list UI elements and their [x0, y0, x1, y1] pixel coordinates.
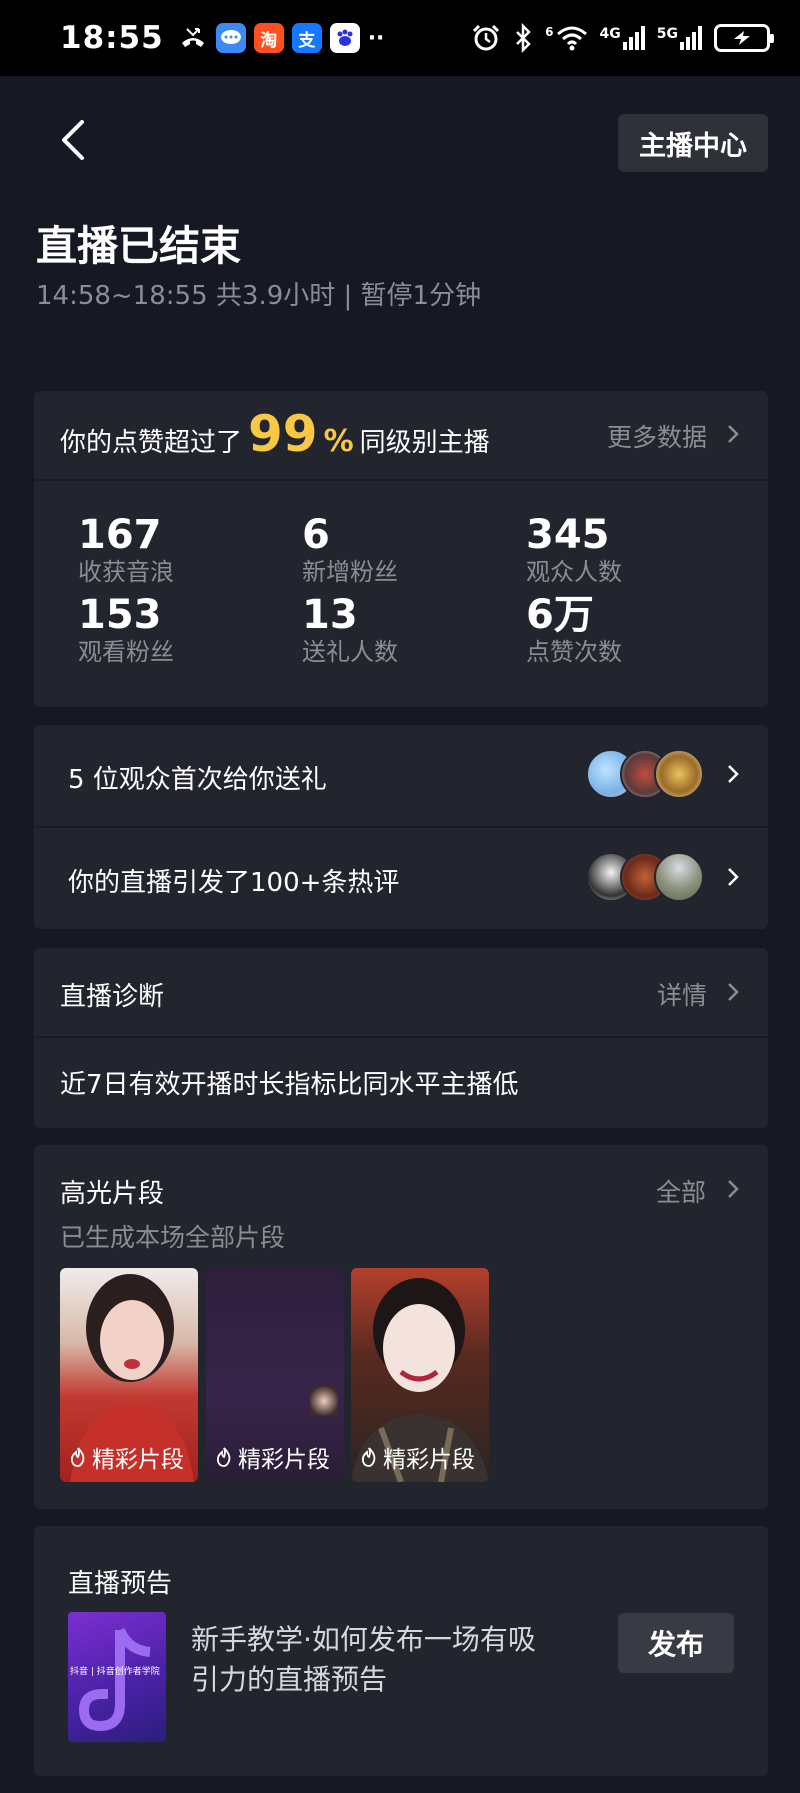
first-gift-row[interactable]: 5 位观众首次给你送礼 — [34, 725, 768, 825]
percent-symbol: % — [323, 424, 354, 459]
alarm-icon — [473, 24, 500, 51]
clip-caption: 精彩片段 — [92, 1447, 184, 1473]
stat-earned-sound-waves: 167 收获音浪 — [78, 512, 174, 586]
highlight-clip[interactable]: 精彩片段 — [60, 1268, 198, 1482]
missed-call-icon — [181, 28, 204, 47]
chevron-right-icon[interactable] — [726, 866, 740, 888]
wifi-icon — [556, 26, 587, 51]
music-note-logo-icon — [78, 1627, 151, 1732]
gift-givers-avatars — [586, 749, 704, 799]
battery-charging-icon — [714, 24, 774, 52]
wifi-indicator: 6 — [545, 25, 587, 51]
divider — [34, 1036, 768, 1038]
chevron-right-icon[interactable] — [726, 981, 740, 1003]
hot-comments-text: 你的直播引发了100+条热评 — [68, 868, 400, 898]
tutorial-thumbnail[interactable]: 抖音 | 抖音创作者学院 — [68, 1612, 166, 1742]
divider — [34, 479, 768, 481]
more-notifications-icon: ·· — [367, 25, 385, 51]
highlights-title: 高光片段 — [60, 1179, 165, 1209]
likes-ranking-row[interactable]: 你的点赞超过了 99 % 同级别主播 — [60, 405, 490, 465]
hot-comments-row[interactable]: 你的直播引发了100+条热评 — [34, 828, 768, 928]
alipay-app-icon: 支 — [291, 23, 322, 53]
audience-card: 5 位观众首次给你送礼 你的直播引发了100+条热评 — [34, 725, 768, 929]
chevron-right-icon[interactable] — [726, 423, 740, 445]
clip-inset-image — [310, 1386, 338, 1416]
signal-bars-icon — [680, 26, 702, 50]
anchor-center-button[interactable]: 主播中心 — [618, 114, 768, 172]
avatar — [654, 749, 704, 799]
highlight-clip[interactable]: 精彩片段 — [351, 1268, 489, 1482]
chevron-right-icon[interactable] — [726, 1178, 740, 1200]
tutorial-thumb-caption: 抖音 | 抖音创作者学院 — [70, 1667, 160, 1677]
tutorial-text-line1[interactable]: 新手教学·如何发布一场有吸 — [191, 1618, 536, 1658]
highlights-all-link[interactable]: 全部 — [656, 1173, 706, 1209]
highlight-clip[interactable]: 精彩片段 — [206, 1268, 344, 1482]
taobao-app-icon: 淘 — [253, 23, 284, 53]
flame-icon — [361, 1447, 376, 1467]
cellular-signal-1: 4G — [600, 26, 645, 50]
live-stats-card: 你的点赞超过了 99 % 同级别主播 更多数据 167 收获音浪 6 新增粉丝 … — [34, 391, 768, 707]
preview-title: 直播预告 — [68, 1569, 173, 1599]
likes-ranking-prefix: 你的点赞超过了 — [60, 428, 243, 458]
messages-app-icon — [215, 23, 246, 53]
clip-caption: 精彩片段 — [238, 1447, 330, 1473]
status-time: 18:55 — [60, 20, 164, 56]
status-bar: 18:55 淘 支 ·· 6 4G 5G — [0, 0, 800, 76]
baidu-app-icon — [329, 23, 360, 53]
live-duration-summary: 14:58~18:55 共3.9小时 | 暂停1分钟 — [36, 281, 482, 311]
stat-gift-givers: 13 送礼人数 — [302, 592, 398, 666]
stat-viewers: 345 观众人数 — [526, 512, 622, 586]
likes-ranking-percent: 99 — [248, 405, 318, 463]
clip-caption: 精彩片段 — [383, 1447, 475, 1473]
flame-icon — [216, 1447, 231, 1467]
avatar — [654, 852, 704, 902]
diagnosis-message: 近7日有效开播时长指标比同水平主播低 — [60, 1070, 519, 1100]
more-data-link[interactable]: 更多数据 — [607, 418, 707, 454]
stat-new-followers: 6 新增粉丝 — [302, 512, 398, 586]
flame-icon — [70, 1447, 85, 1467]
cellular-signal-2: 5G — [657, 26, 702, 50]
commenters-avatars — [586, 852, 704, 902]
bluetooth-icon — [516, 23, 531, 53]
diagnosis-header-row[interactable]: 直播诊断 详情 — [34, 948, 768, 1036]
first-gift-text: 5 位观众首次给你送礼 — [68, 765, 327, 795]
system-status: 6 4G 5G — [471, 23, 774, 53]
page-title: 直播已结束 — [36, 222, 241, 270]
diagnosis-detail-link[interactable]: 详情 — [657, 976, 707, 1012]
likes-ranking-suffix: 同级别主播 — [359, 428, 490, 458]
notification-icons: 淘 支 ·· — [178, 23, 385, 53]
stat-watching-fans: 153 观看粉丝 — [78, 592, 174, 666]
back-arrow-icon[interactable] — [56, 118, 92, 162]
diagnosis-title: 直播诊断 — [60, 982, 165, 1012]
highlights-subtitle: 已生成本场全部片段 — [60, 1223, 286, 1252]
tutorial-text-line2[interactable]: 引力的直播预告 — [191, 1658, 387, 1698]
chevron-right-icon[interactable] — [726, 763, 740, 785]
publish-button[interactable]: 发布 — [618, 1613, 734, 1673]
signal-bars-icon — [622, 26, 645, 50]
diagnosis-card: 直播诊断 详情 近7日有效开播时长指标比同水平主播低 — [34, 948, 768, 1128]
stat-like-count: 6万 点赞次数 — [526, 592, 622, 666]
